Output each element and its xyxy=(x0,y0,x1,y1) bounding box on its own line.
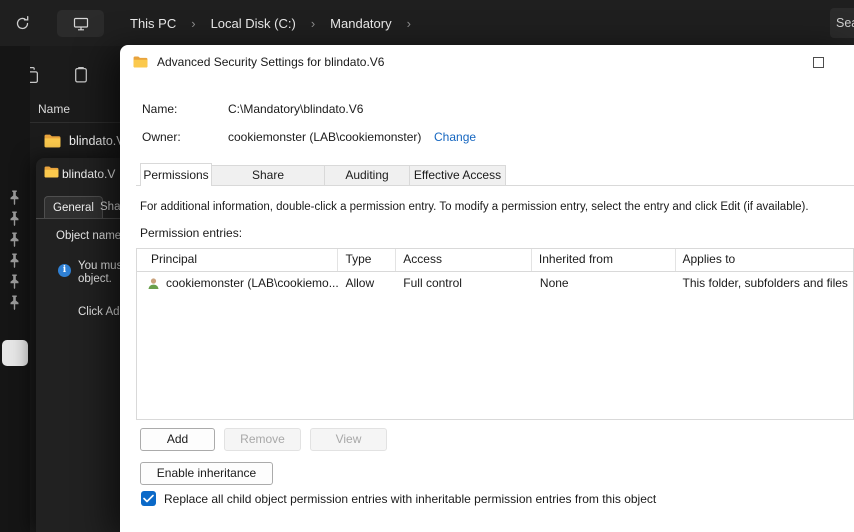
table-header-row: Principal Type Access Inherited from App… xyxy=(137,249,853,272)
address-bar: This PC › Local Disk (C:) › Mandatory › … xyxy=(0,0,854,46)
maximize-button[interactable] xyxy=(802,50,834,75)
remove-button[interactable]: Remove xyxy=(224,428,301,451)
paste-icon[interactable] xyxy=(72,66,90,84)
tab-divider xyxy=(36,218,120,219)
permission-entries-table: Principal Type Access Inherited from App… xyxy=(136,248,854,420)
chevron-right-icon: › xyxy=(191,15,196,31)
rail-selected-item[interactable] xyxy=(2,340,28,366)
properties-title: blindato.V xyxy=(62,167,116,181)
owner-value: cookiemonster (LAB\cookiemonster) xyxy=(228,130,422,144)
this-pc-icon-chip[interactable] xyxy=(57,10,104,37)
pin-icon[interactable] xyxy=(8,211,21,227)
dialog-tabs: Permissions Share Auditing Effective Acc… xyxy=(140,163,506,186)
breadcrumb: This PC › Local Disk (C:) › Mandatory › xyxy=(124,0,420,46)
pin-icon[interactable] xyxy=(8,274,21,290)
view-button[interactable]: View xyxy=(310,428,387,451)
pin-icon[interactable] xyxy=(8,253,21,269)
entry-applies-to: This folder, subfolders and files xyxy=(682,276,848,290)
tab-permissions[interactable]: Permissions xyxy=(140,163,212,186)
pin-icon[interactable] xyxy=(8,190,21,206)
column-header-name[interactable]: Name xyxy=(38,102,70,116)
info-text: You mus object. xyxy=(78,260,120,285)
info-icon: i xyxy=(58,264,71,277)
dialog-title: Advanced Security Settings for blindato.… xyxy=(157,55,385,69)
screen: This PC › Local Disk (C:) › Mandatory › … xyxy=(0,0,854,532)
user-icon xyxy=(148,277,159,289)
column-applies-to[interactable]: Applies to xyxy=(676,249,853,271)
object-name-label: Object name: xyxy=(56,230,120,242)
pin-icon[interactable] xyxy=(8,232,21,248)
tab-auditing[interactable]: Auditing xyxy=(324,165,410,186)
enable-inheritance-button[interactable]: Enable inheritance xyxy=(140,462,273,485)
search-input[interactable]: Sea xyxy=(830,8,854,38)
tab-sharing-partial[interactable]: Sha xyxy=(100,201,120,213)
entry-inherited-from: None xyxy=(539,276,569,290)
column-principal[interactable]: Principal xyxy=(137,249,339,271)
entry-type: Allow xyxy=(345,276,375,290)
maximize-icon xyxy=(812,57,824,68)
column-divider xyxy=(30,122,120,123)
folder-icon xyxy=(44,134,61,148)
change-owner-link[interactable]: Change xyxy=(434,130,476,144)
tab-share[interactable]: Share xyxy=(211,165,325,186)
instruction-text: For additional information, double-click… xyxy=(140,201,809,213)
permission-entry-row[interactable]: cookiemonster (LAB\cookiemo... Allow Ful… xyxy=(137,272,853,294)
entry-access: Full control xyxy=(403,276,462,290)
chevron-right-icon: › xyxy=(310,15,316,31)
advanced-security-dialog: Advanced Security Settings for blindato.… xyxy=(120,45,854,532)
folder-icon xyxy=(133,56,148,68)
click-advanced-text: Click Ad xyxy=(78,306,120,318)
refresh-icon[interactable] xyxy=(14,15,31,32)
permission-entries-label: Permission entries: xyxy=(140,226,243,240)
check-icon xyxy=(143,494,154,503)
dialog-titlebar[interactable]: Advanced Security Settings for blindato.… xyxy=(120,45,854,79)
replace-permissions-checkbox[interactable] xyxy=(141,491,156,506)
chevron-right-icon: › xyxy=(406,15,411,31)
breadcrumb-this-pc[interactable]: This PC xyxy=(124,12,182,35)
replace-permissions-label[interactable]: Replace all child object permission entr… xyxy=(164,492,656,506)
column-inherited-from[interactable]: Inherited from xyxy=(532,249,676,271)
pin-icon[interactable] xyxy=(8,295,21,311)
tab-effective-access[interactable]: Effective Access xyxy=(409,165,506,186)
breadcrumb-mandatory[interactable]: Mandatory xyxy=(324,12,397,35)
name-label: Name: xyxy=(142,102,178,116)
add-button[interactable]: Add xyxy=(140,428,215,451)
tab-general[interactable]: General xyxy=(44,196,103,218)
breadcrumb-local-disk[interactable]: Local Disk (C:) xyxy=(205,12,302,35)
monitor-icon xyxy=(73,17,88,30)
folder-icon xyxy=(44,166,59,178)
column-type[interactable]: Type xyxy=(338,249,397,271)
column-access[interactable]: Access xyxy=(396,249,532,271)
name-value: C:\Mandatory\blindato.V6 xyxy=(228,102,364,116)
file-row-blindato[interactable]: blindato.V6 xyxy=(34,128,132,154)
entry-principal: cookiemonster (LAB\cookiemo... xyxy=(165,276,339,290)
properties-dialog: blindato.V General Sha Object name: i Yo… xyxy=(36,158,120,532)
nav-rail xyxy=(0,46,30,532)
owner-label: Owner: xyxy=(142,130,181,144)
